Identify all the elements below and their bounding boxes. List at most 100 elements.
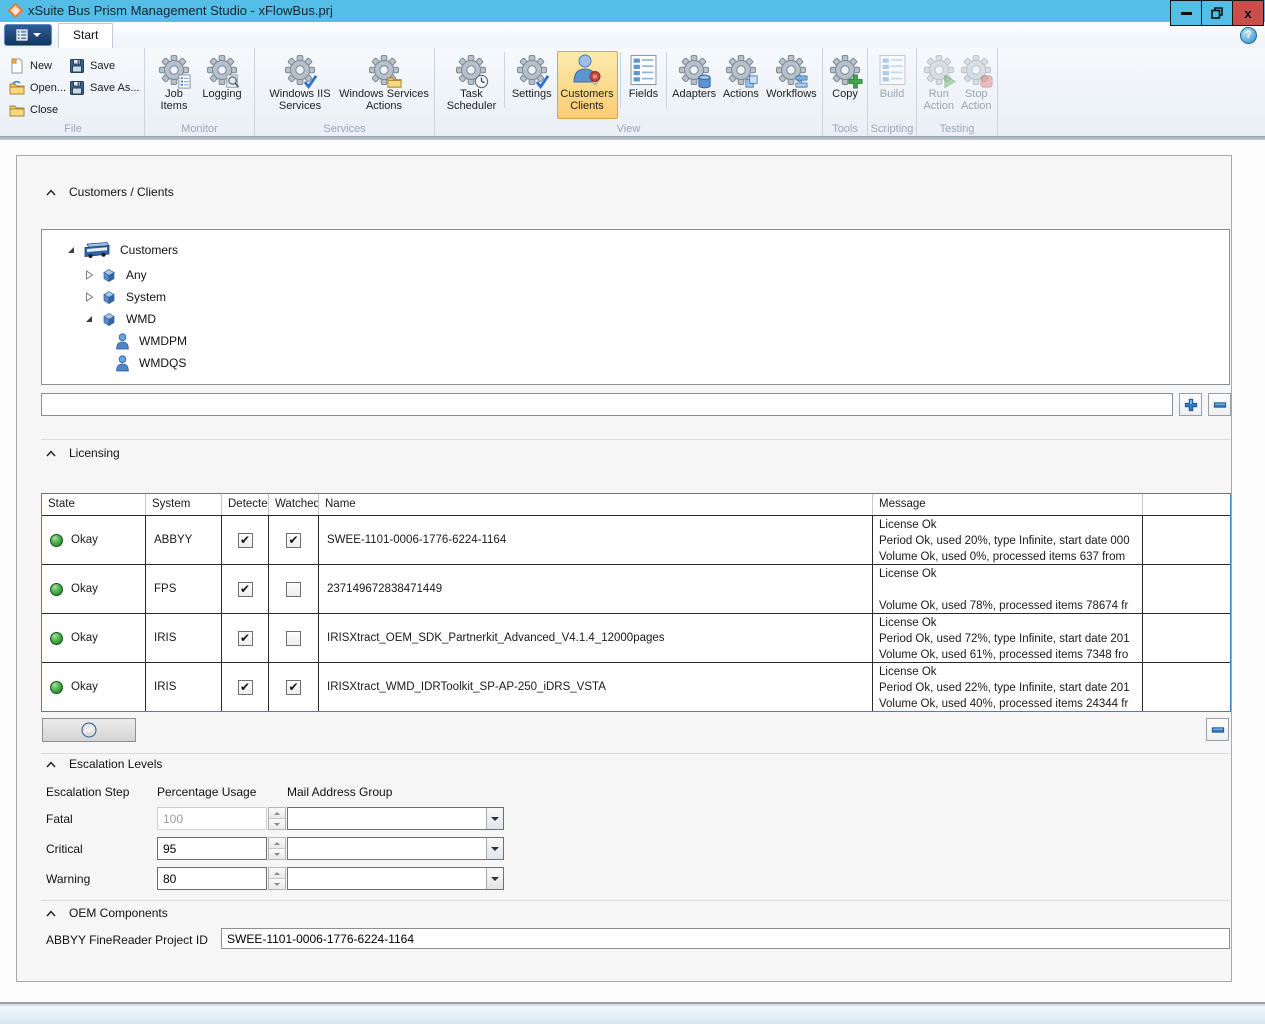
minus-icon: [1213, 398, 1227, 412]
column-header-message[interactable]: Message: [873, 494, 1143, 515]
tree-item-wmdqs[interactable]: WMDQS: [42, 352, 1229, 374]
chevron-down-icon[interactable]: [486, 808, 503, 829]
add-customer-button[interactable]: [1179, 393, 1202, 416]
actions-button[interactable]: Actions: [719, 51, 763, 119]
chevron-down-icon[interactable]: [486, 838, 503, 859]
divider: [504, 52, 505, 108]
chevron-down-icon[interactable]: [486, 868, 503, 889]
logging-button[interactable]: Logging: [195, 51, 249, 119]
group-label-services: Services: [255, 123, 434, 135]
spinner-down-icon[interactable]: [269, 818, 285, 829]
column-header-name[interactable]: Name: [319, 494, 873, 515]
message-cell: License Ok Period Ok, used 20%, type Inf…: [873, 516, 1143, 564]
license-sphere-button[interactable]: [42, 718, 136, 742]
watched-checkbox[interactable]: [286, 582, 301, 597]
customers-tree: Customers Any System WMD: [41, 229, 1230, 385]
expander-expanded-icon[interactable]: [84, 314, 94, 324]
expander-collapsed-icon[interactable]: [84, 292, 94, 302]
expander-collapsed-icon[interactable]: [84, 270, 94, 280]
oem-components-section-header[interactable]: OEM Components: [46, 906, 168, 920]
expander-expanded-icon[interactable]: [66, 245, 76, 255]
spinner-up-icon[interactable]: [269, 838, 285, 848]
copy-button[interactable]: Copy: [825, 51, 865, 119]
column-header-system[interactable]: System: [146, 494, 222, 515]
close-project-button[interactable]: Close: [6, 99, 69, 120]
license-row-abbyy[interactable]: Okay ABBYY ✔ ✔ SWEE-1101-0006-1776-6224-…: [42, 515, 1230, 564]
new-customer-input[interactable]: [41, 393, 1173, 416]
critical-mail-group-select[interactable]: [287, 837, 504, 860]
watched-checkbox[interactable]: [286, 631, 301, 646]
help-icon[interactable]: ?: [1240, 27, 1257, 44]
message-cell: License Ok Period Ok, used 22%, type Inf…: [873, 663, 1143, 711]
close-icon: x: [1244, 6, 1251, 21]
critical-usage-spinner[interactable]: [268, 837, 286, 860]
tab-start[interactable]: Start: [58, 23, 113, 48]
column-header-detected[interactable]: Detected: [222, 494, 269, 515]
remove-customer-button[interactable]: [1208, 393, 1231, 416]
ribbon-group-scripting: Build Scripting: [868, 48, 917, 136]
warning-mail-group-select[interactable]: [287, 867, 504, 890]
license-row-iris-oem[interactable]: Okay IRIS ✔ IRISXtract_OEM_SDK_Partnerki…: [42, 613, 1230, 662]
save-as-button[interactable]: Save As...: [66, 77, 143, 98]
title-bar: xSuite Bus Prism Management Studio - xFl…: [0, 0, 1265, 22]
fatal-mail-group-select[interactable]: [287, 807, 504, 830]
adapters-button[interactable]: Adapters: [669, 51, 719, 119]
message-cell: License Ok Period Ok, used 72%, type Inf…: [873, 614, 1143, 662]
windows-services-actions-button[interactable]: Windows Services Actions: [337, 51, 431, 119]
escalation-levels-section-header[interactable]: Escalation Levels: [46, 757, 162, 771]
ribbon-group-tools: Copy Tools: [823, 48, 868, 136]
job-items-button[interactable]: Job Items: [153, 51, 195, 119]
column-header-state[interactable]: State: [42, 494, 146, 515]
license-row-fps[interactable]: Okay FPS ✔ 237149672838471449 License Ok…: [42, 564, 1230, 613]
windows-iis-services-button[interactable]: Windows IIS Services: [263, 51, 337, 119]
tree-item-wmdpm[interactable]: WMDPM: [42, 330, 1229, 352]
workflows-button[interactable]: Workflows: [763, 51, 820, 119]
task-scheduler-button[interactable]: Task Scheduler: [441, 51, 502, 119]
section-title: Licensing: [69, 446, 120, 460]
detected-checkbox[interactable]: ✔: [238, 533, 253, 548]
component-icon: [101, 267, 117, 283]
restore-icon: [1211, 7, 1223, 19]
abbyy-project-id-input[interactable]: [221, 928, 1230, 949]
watched-checkbox[interactable]: ✔: [286, 680, 301, 695]
licensing-section-header[interactable]: Licensing: [46, 446, 120, 460]
spinner-down-icon[interactable]: [269, 878, 285, 889]
tree-item-wmd[interactable]: WMD: [42, 308, 1229, 330]
extra-cell: [1143, 516, 1230, 564]
detected-checkbox[interactable]: ✔: [238, 680, 253, 695]
minimize-button[interactable]: [1170, 0, 1202, 26]
watched-checkbox[interactable]: ✔: [286, 533, 301, 548]
critical-usage-input[interactable]: [157, 837, 267, 860]
fields-button[interactable]: Fields: [622, 51, 664, 119]
column-header-watched[interactable]: Watched: [269, 494, 319, 515]
warning-usage-input[interactable]: [157, 867, 267, 890]
spinner-up-icon[interactable]: [269, 808, 285, 818]
tree-item-any[interactable]: Any: [42, 264, 1229, 286]
extra-cell: [1143, 663, 1230, 711]
detected-checkbox[interactable]: ✔: [238, 582, 253, 597]
section-title: Escalation Levels: [69, 757, 162, 771]
license-row-iris-wmd[interactable]: Okay IRIS ✔ ✔ IRISXtract_WMD_IDRToolkit_…: [42, 662, 1230, 711]
tree-item-system[interactable]: System: [42, 286, 1229, 308]
close-button[interactable]: x: [1232, 0, 1264, 26]
remove-license-button[interactable]: [1206, 718, 1229, 741]
bus-icon: [83, 241, 111, 259]
ribbon-group-view: Task Scheduler Settings Customers Client…: [435, 48, 823, 136]
detected-checkbox[interactable]: ✔: [238, 631, 253, 646]
save-button[interactable]: Save: [66, 55, 143, 76]
abbyy-project-id-label: ABBYY FineReader Project ID: [46, 933, 208, 947]
customers-clients-button[interactable]: Customers Clients: [557, 51, 618, 119]
application-menu-button[interactable]: [4, 24, 52, 46]
customers-clients-section-header[interactable]: Customers / Clients: [46, 185, 174, 199]
settings-button[interactable]: Settings: [507, 51, 557, 119]
fatal-usage-spinner[interactable]: [268, 807, 286, 830]
new-button[interactable]: New: [6, 55, 69, 76]
spinner-up-icon[interactable]: [269, 868, 285, 878]
table-header-row: State System Detected Watched Name Messa…: [42, 494, 1230, 515]
warning-usage-spinner[interactable]: [268, 867, 286, 890]
open-button[interactable]: Open...: [6, 77, 69, 98]
restore-button[interactable]: [1201, 0, 1233, 26]
ribbon: New Open... Close Save Save As... File: [0, 48, 1265, 136]
spinner-down-icon[interactable]: [269, 848, 285, 859]
tree-item-customers[interactable]: Customers: [42, 236, 1229, 264]
